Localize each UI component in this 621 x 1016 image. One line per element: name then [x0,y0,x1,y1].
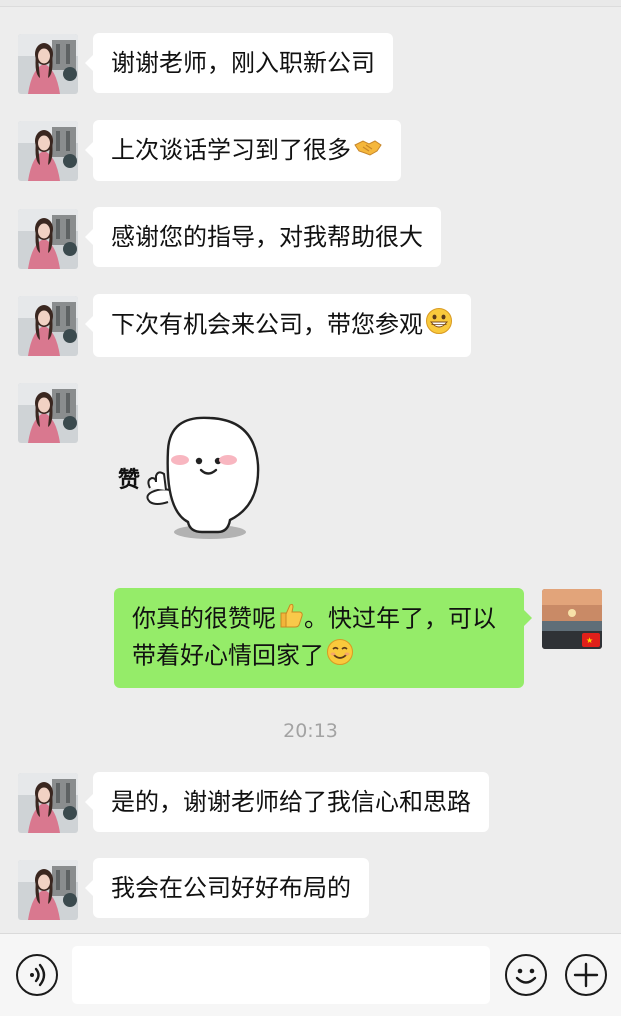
emoji-icon [515,968,537,984]
voice-button[interactable] [16,954,58,996]
contact-avatar[interactable] [18,121,78,181]
message-bubble[interactable]: 感谢您的指导，对我帮助很大 [85,207,441,267]
contact-avatar[interactable] [18,383,78,443]
message-text: 感谢您的指导，对我帮助很大 [111,223,423,251]
contact-avatar[interactable] [18,209,78,269]
voice-icon [30,963,46,987]
message-bubble-self[interactable]: 你真的很赞呢 。快过年了，可以带着好心情回家了 [114,588,532,688]
handshake-icon [353,134,383,168]
emoji-button[interactable] [505,954,547,996]
top-divider [0,0,621,7]
contact-avatar[interactable] [18,860,78,920]
grinning-face-icon [425,307,453,344]
message-timestamp: 20:13 [283,720,338,742]
message-text: 谢谢老师，刚入职新公司 [111,49,375,77]
message-input[interactable] [72,946,490,1004]
message-bubble[interactable]: 谢谢老师，刚入职新公司 [85,33,393,93]
chat-input-bar [0,933,621,1016]
message-bubble[interactable]: 下次有机会来公司，带您参观 [85,294,471,357]
message-bubble[interactable]: 我会在公司好好布局的 [85,858,369,918]
message-text: 是的，谢谢老师给了我信心和思路 [111,788,471,816]
smiling-face-icon [326,638,354,675]
message-text: 你真的很赞呢 [132,604,276,633]
message-text: 上次谈话学习到了很多 [111,136,351,164]
contact-avatar[interactable] [18,773,78,833]
contact-avatar[interactable] [18,34,78,94]
message-bubble[interactable]: 是的，谢谢老师给了我信心和思路 [85,772,489,832]
sticker-message[interactable]: 赞 [110,410,280,545]
message-text: 下次有机会来公司，带您参观 [111,310,423,339]
thumbs-up-icon [278,601,304,638]
plus-icon [573,962,599,988]
sticker-caption: 赞 [118,468,141,493]
my-avatar[interactable] [542,589,602,649]
message-bubble[interactable]: 上次谈话学习到了很多 [85,120,401,181]
message-text: 我会在公司好好布局的 [111,874,351,902]
add-button[interactable] [565,954,607,996]
contact-avatar[interactable] [18,296,78,356]
